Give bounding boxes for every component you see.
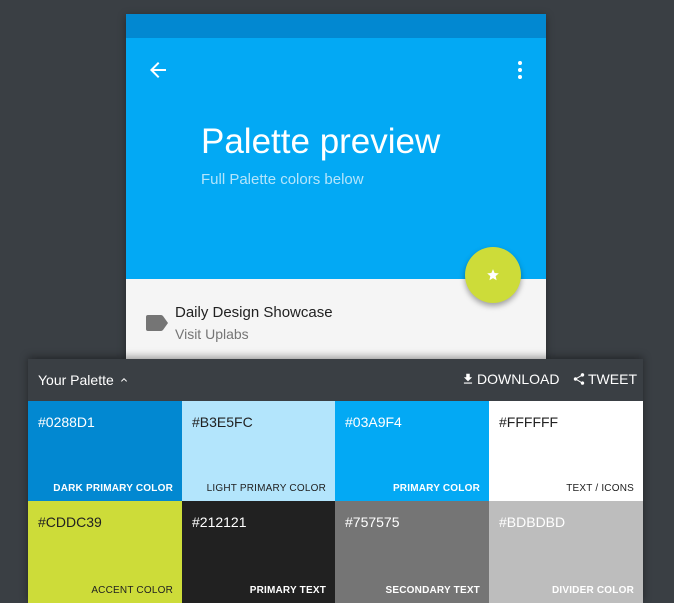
more-options-button[interactable]	[508, 58, 532, 82]
star-icon	[487, 269, 499, 281]
swatch-hex: #757575	[345, 514, 400, 530]
page-subtitle: Full Palette colors below	[201, 171, 364, 188]
swatch-dark-primary[interactable]: #0288D1 DARK PRIMARY COLOR	[28, 401, 182, 501]
palette-swatch-grid: #0288D1 DARK PRIMARY COLOR #B3E5FC LIGHT…	[28, 401, 643, 603]
swatch-hex: #B3E5FC	[192, 414, 253, 430]
swatch-primary-text[interactable]: #212121 PRIMARY TEXT	[182, 501, 335, 603]
swatch-role: PRIMARY COLOR	[392, 483, 480, 494]
swatch-hex: #03A9F4	[345, 414, 402, 430]
your-palette-toggle[interactable]: Your Palette	[38, 372, 130, 388]
download-icon	[463, 373, 473, 384]
download-button[interactable]: DOWNLOAD	[461, 371, 559, 387]
swatch-light-primary[interactable]: #B3E5FC LIGHT PRIMARY COLOR	[182, 401, 335, 501]
swatch-secondary-text[interactable]: #757575 SECONDARY TEXT	[335, 501, 489, 603]
tweet-button[interactable]: TWEET	[572, 371, 637, 387]
star-fab-button[interactable]	[465, 247, 521, 303]
swatch-role: DIVIDER COLOR	[551, 585, 634, 596]
chevron-up-icon	[120, 378, 127, 382]
palette-toolbar: Your Palette DOWNLOAD TWEET	[28, 359, 643, 401]
swatch-role: TEXT / ICONS	[566, 483, 634, 494]
arrow-back-icon	[150, 62, 166, 78]
share-icon	[573, 373, 585, 385]
page-title: Palette preview	[201, 122, 441, 161]
list-item-title: Daily Design Showcase	[175, 304, 333, 321]
swatch-role: PRIMARY TEXT	[249, 585, 326, 596]
swatch-text-icons[interactable]: #FFFFFF TEXT / ICONS	[489, 401, 643, 501]
your-palette-panel: Your Palette DOWNLOAD TWEET #0288D1 DARK…	[28, 359, 643, 603]
palette-preview-card: Palette preview Full Palette colors belo…	[126, 14, 546, 359]
swatch-primary[interactable]: #03A9F4 PRIMARY COLOR	[335, 401, 489, 501]
swatch-hex: #212121	[192, 514, 247, 530]
status-bar	[126, 14, 546, 38]
label-icon	[146, 315, 168, 331]
swatch-hex: #CDDC39	[38, 514, 102, 530]
back-button[interactable]	[146, 58, 170, 82]
tweet-label: TWEET	[588, 371, 637, 387]
swatch-divider[interactable]: #BDBDBD DIVIDER COLOR	[489, 501, 643, 603]
swatch-role: SECONDARY TEXT	[385, 585, 480, 596]
swatch-role: DARK PRIMARY COLOR	[53, 483, 173, 494]
swatch-hex: #0288D1	[38, 414, 95, 430]
download-label: DOWNLOAD	[477, 371, 560, 387]
swatch-role: ACCENT COLOR	[91, 585, 173, 596]
swatch-hex: #FFFFFF	[499, 414, 559, 430]
swatch-accent[interactable]: #CDDC39 ACCENT COLOR	[28, 501, 182, 603]
your-palette-label: Your Palette	[38, 372, 114, 388]
swatch-hex: #BDBDBD	[499, 514, 566, 530]
list-item-subtitle: Visit Uplabs	[175, 326, 249, 342]
swatch-role: LIGHT PRIMARY COLOR	[206, 483, 326, 494]
more-vert-icon	[518, 61, 522, 79]
